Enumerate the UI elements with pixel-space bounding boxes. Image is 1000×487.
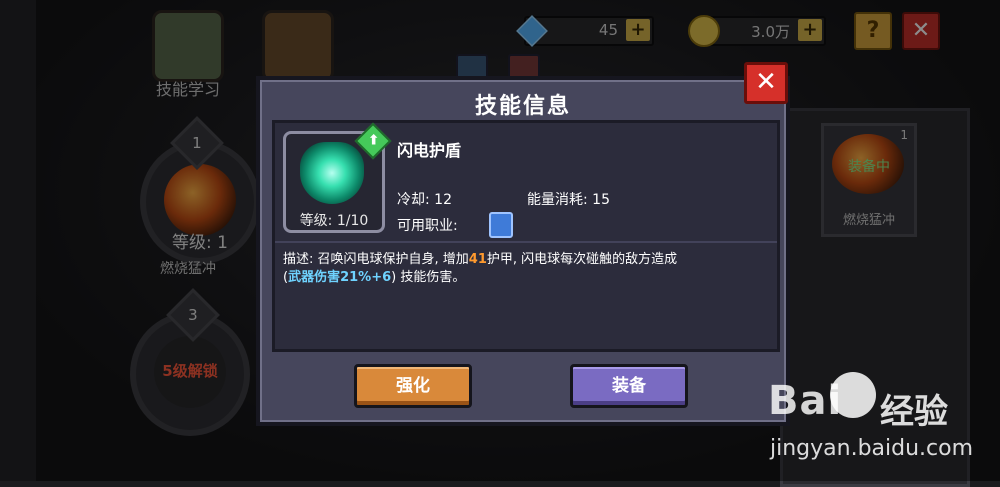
baidu-jingyan-text: 经验 xyxy=(880,392,948,432)
skill-learn-icon[interactable] xyxy=(152,10,224,82)
skill-icon-frame: ⬆ 等级: 1/10 xyxy=(283,122,392,233)
help-button[interactable]: ? xyxy=(854,12,892,50)
class-label: 可用职业: xyxy=(397,218,458,234)
close-button[interactable]: ✕ xyxy=(744,62,788,104)
equipped-status: 装备中 xyxy=(848,159,890,175)
skill-name: 闪电护盾 xyxy=(397,141,462,160)
cooldown-stat: 冷却: 12 xyxy=(397,192,452,208)
energy-cost-stat: 能量消耗: 15 xyxy=(527,192,610,208)
left-edge xyxy=(0,0,36,481)
fire-orb-icon xyxy=(164,164,236,236)
watermark-url: jingyan.baidu.com xyxy=(770,436,974,461)
gold-value: 3.0万 xyxy=(751,23,790,41)
damage-formula: 武器伤害21%+6 xyxy=(288,270,392,285)
skill-info-box: ⬆ 等级: 1/10 闪电护盾 冷却: 12 能量消耗: 15 可用职业: 描述… xyxy=(272,120,780,352)
equipped-skill-card[interactable]: 1 装备中 燃烧猛冲 xyxy=(821,123,917,237)
equip-button[interactable]: 装备 xyxy=(570,364,688,408)
card-skill-name: 燃烧猛冲 xyxy=(842,213,895,228)
chest-icon[interactable] xyxy=(262,10,334,82)
skill-description: 描述: 召唤闪电球保护自身, 增加41护甲, 闪电球每次碰触的敌方造成 (武器伤害… xyxy=(283,252,678,285)
skill-learn-label: 技能学习 xyxy=(156,80,221,99)
skill-info-modal: 技能信息 ✕ ⬆ 等级: 1/10 闪电护盾 冷却: 12 能量消耗: 15 可… xyxy=(256,62,790,426)
baidu-paw-icon xyxy=(830,372,876,418)
upgrade-button[interactable]: 强化 xyxy=(354,364,472,408)
modal-title: 技能信息 xyxy=(474,94,571,119)
gold-counter: 3.0万 + xyxy=(688,15,826,47)
add-gems-button[interactable]: + xyxy=(626,19,650,41)
armor-value: 41 xyxy=(468,252,487,267)
slot-level: 等级: 1 xyxy=(172,233,228,253)
coin-icon xyxy=(688,15,720,47)
gem-counter: 45 + xyxy=(516,15,654,47)
knight-class-icon xyxy=(489,212,513,238)
close-screen-button[interactable]: ✕ xyxy=(902,12,940,50)
lightning-shield-icon xyxy=(300,142,364,204)
skill-level: 等级: 1/10 xyxy=(299,213,369,229)
card-count: 1 xyxy=(900,128,908,142)
unlock-text: 5级解锁 xyxy=(162,362,218,380)
divider xyxy=(275,241,777,243)
add-gold-button[interactable]: + xyxy=(798,19,822,41)
gem-value: 45 xyxy=(598,21,618,39)
slot-skill-name: 燃烧猛冲 xyxy=(160,261,216,277)
